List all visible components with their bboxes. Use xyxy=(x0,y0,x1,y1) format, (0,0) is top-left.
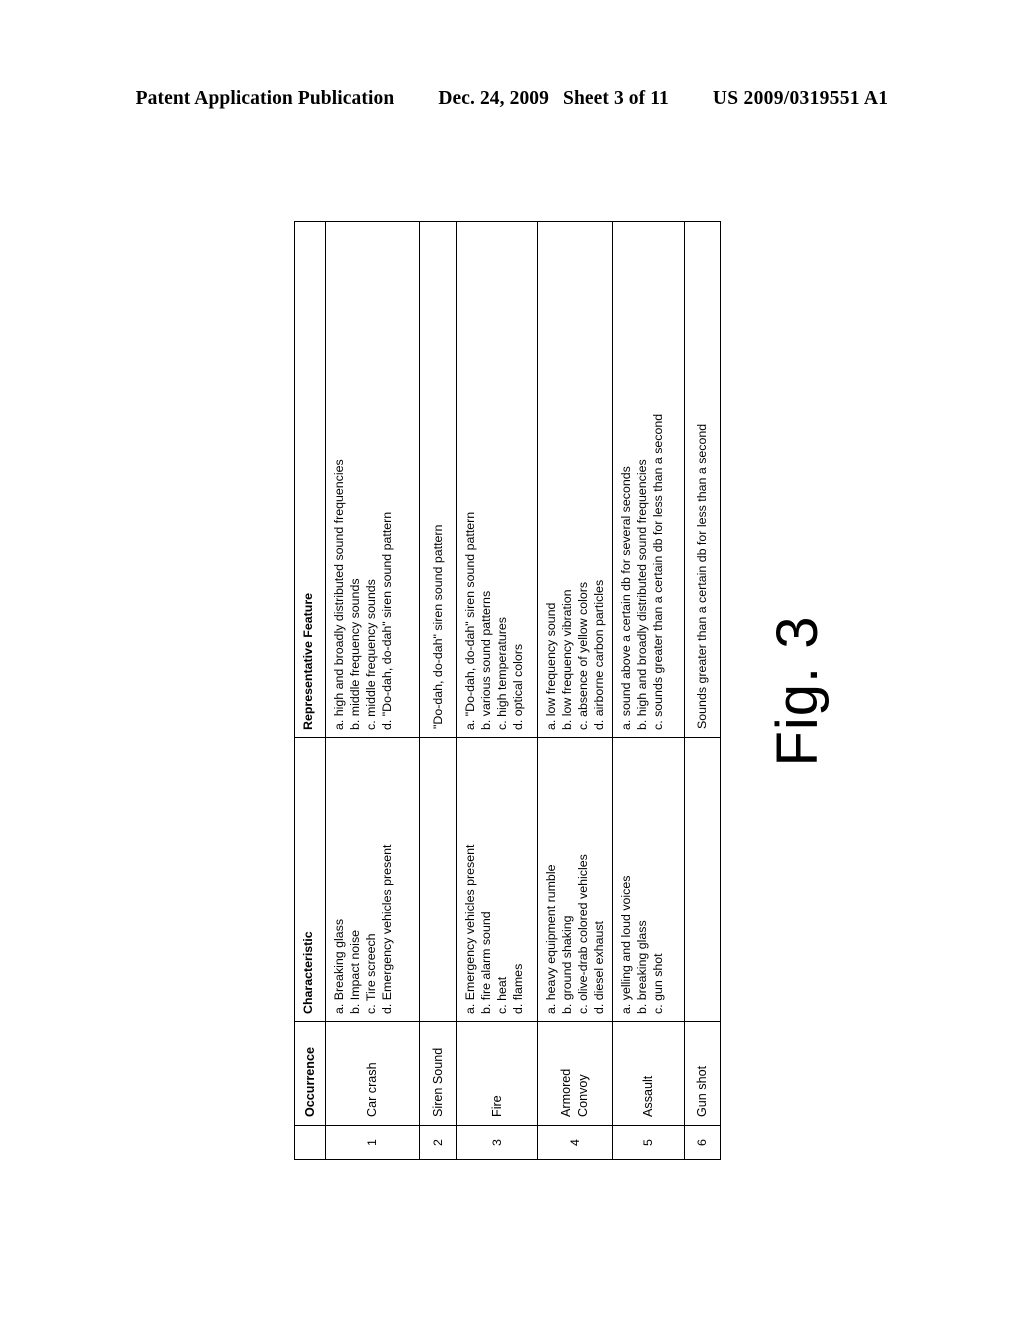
cell-characteristic: a. Breaking glass b. Impact noise c. Tir… xyxy=(325,737,420,1022)
patent-header: Patent Application Publication Dec. 24, … xyxy=(0,88,1024,110)
table-row: 2 Siren Sound "Do-dah, do-dah" siren sou… xyxy=(419,221,457,1160)
row-number: 4 xyxy=(537,1125,612,1160)
row-number: 5 xyxy=(612,1125,684,1160)
table-header-row: Occurrence Characteristic Representative… xyxy=(294,221,326,1160)
cell-representative-feature: a. "Do-dah, do-dah" siren sound pattern … xyxy=(456,221,538,738)
cell-representative-feature: a. high and broadly distributed sound fr… xyxy=(325,221,420,738)
cell-characteristic xyxy=(419,737,457,1022)
table-row: 6 Gun shot Sounds greater than a certain… xyxy=(684,221,720,1160)
row-number: 6 xyxy=(684,1125,720,1160)
patent-number: US 2009/0319551 A1 xyxy=(712,88,889,109)
figure-caption: Fig. 3 xyxy=(765,615,830,767)
publication-label: Patent Application Publication xyxy=(135,88,395,109)
row-number: 3 xyxy=(456,1125,538,1160)
cell-representative-feature: a. sound above a certain db for several … xyxy=(612,221,684,738)
row-number: 2 xyxy=(419,1125,457,1160)
sheet-number: Sheet 3 of 11 xyxy=(563,88,669,109)
table-row: 4 Armored Convoy a. heavy equipment rumb… xyxy=(537,221,612,1160)
column-header-representative-feature: Representative Feature xyxy=(294,221,326,738)
cell-occurrence: Car crash xyxy=(325,1021,420,1126)
cell-representative-feature: a. low frequency sound b. low frequency … xyxy=(537,221,612,738)
cell-occurrence: Siren Sound xyxy=(419,1021,457,1126)
table-row: 3 Fire a. Emergency vehicles present b. … xyxy=(456,221,538,1160)
cell-occurrence: Gun shot xyxy=(684,1021,720,1126)
cell-occurrence: Assault xyxy=(612,1021,684,1126)
cell-representative-feature: Sounds greater than a certain db for les… xyxy=(684,221,720,738)
column-header-occurrence: Occurrence xyxy=(294,1021,326,1126)
row-number: 1 xyxy=(325,1125,420,1160)
cell-characteristic: a. yelling and loud voices b. breaking g… xyxy=(612,737,684,1022)
table-row: 5 Assault a. yelling and loud voices b. … xyxy=(612,221,684,1160)
cell-characteristic xyxy=(684,737,720,1022)
cell-occurrence: Fire xyxy=(456,1021,538,1126)
occurrence-characteristic-table: Occurrence Characteristic Representative… xyxy=(294,221,721,1160)
table-row: 1 Car crash a. Breaking glass b. Impact … xyxy=(325,221,420,1160)
publication-date: Dec. 24, 2009 xyxy=(438,88,550,109)
cell-characteristic: a. Emergency vehicles present b. fire al… xyxy=(456,737,538,1022)
cell-occurrence: Armored Convoy xyxy=(537,1021,612,1126)
column-header-number xyxy=(294,1125,326,1160)
cell-characteristic: a. heavy equipment rumble b. ground shak… xyxy=(537,737,612,1022)
cell-representative-feature: "Do-dah, do-dah" siren sound pattern xyxy=(419,221,457,738)
column-header-characteristic: Characteristic xyxy=(294,737,326,1022)
figure-3: Occurrence Characteristic Representative… xyxy=(294,220,830,1160)
